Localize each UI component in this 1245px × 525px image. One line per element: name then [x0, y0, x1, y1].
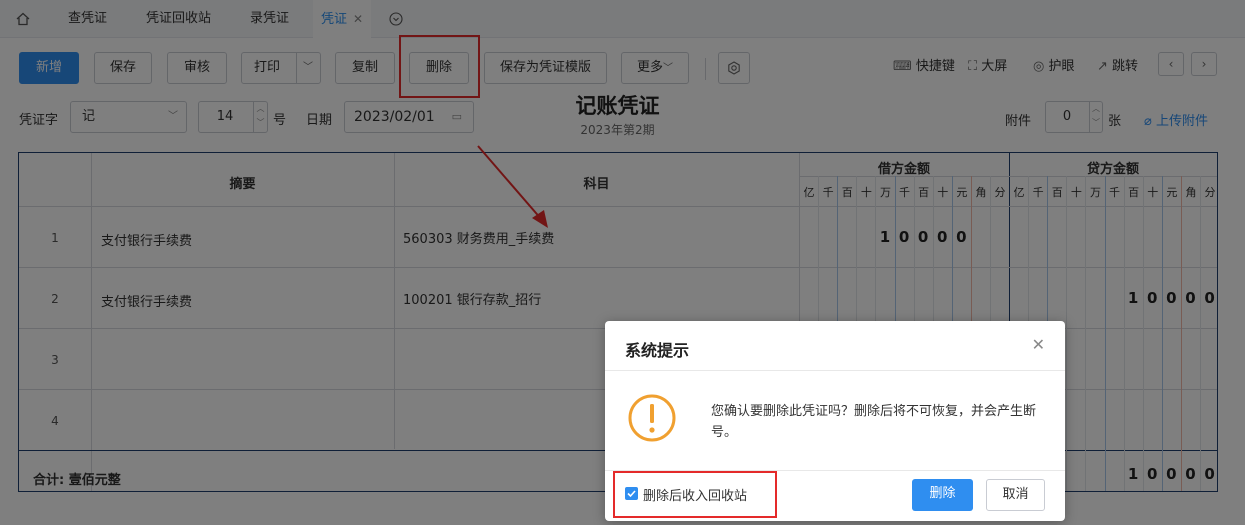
confirm-delete-button[interactable]: 删除: [912, 479, 973, 511]
confirm-dialog: 系统提示 ✕ 您确认要删除此凭证吗？删除后将不可恢复，并会产生断号。 删除后收入…: [605, 321, 1065, 521]
warning-icon: [628, 394, 676, 442]
dialog-message: 您确认要删除此凭证吗？删除后将不可恢复，并会产生断号。: [711, 404, 1037, 440]
cancel-button[interactable]: 取消: [986, 479, 1045, 511]
dialog-title: 系统提示: [625, 341, 690, 360]
annotation-box-checkbox: [613, 471, 777, 518]
close-icon[interactable]: ✕: [1032, 335, 1045, 354]
